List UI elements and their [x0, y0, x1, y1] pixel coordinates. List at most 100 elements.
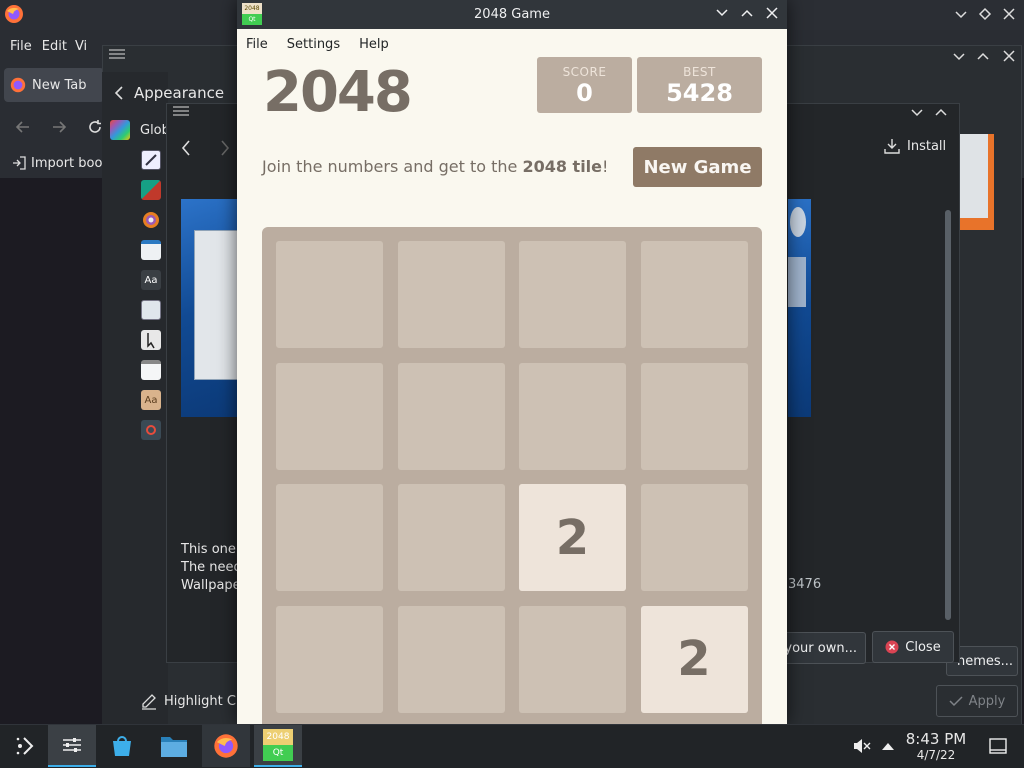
game-menubar: File Settings Help [237, 29, 787, 59]
font-management-icon[interactable]: Aa [141, 390, 161, 410]
theme-screenshot-left[interactable] [181, 199, 238, 417]
overlapping-window-preview [960, 134, 994, 230]
checkmark-icon [949, 695, 963, 707]
new-game-button[interactable]: New Game [633, 147, 762, 187]
taskbar-file-manager-icon[interactable] [154, 726, 194, 766]
board-cell [640, 484, 748, 591]
board-cell [276, 484, 383, 591]
install-button[interactable]: Install [884, 138, 946, 154]
color-scheme-icon[interactable] [141, 180, 161, 200]
cursors-icon[interactable] [141, 330, 161, 350]
firefox-menu-edit[interactable]: Edit [42, 39, 67, 54]
score-label: SCORE [562, 65, 607, 79]
taskbar-discover-icon[interactable] [102, 726, 142, 766]
firefox-tab-label: New Tab [32, 77, 87, 93]
dialog-hamburger-icon[interactable] [172, 104, 190, 118]
taskbar-firefox[interactable] [202, 725, 250, 767]
application-launcher-icon[interactable] [4, 726, 44, 766]
global-theme-icon [110, 120, 130, 140]
game-app-icon-bottom: Qt [242, 14, 262, 25]
settings-window-controls[interactable] [950, 48, 1020, 64]
color-wheel-icon[interactable] [141, 210, 161, 230]
brush-icon[interactable] [141, 150, 161, 170]
chevron-left-icon [114, 85, 124, 101]
download-icon [884, 138, 900, 154]
contribute-label: your own... [784, 640, 857, 656]
intro-suffix: ! [602, 157, 609, 176]
game-app-icon: 2048 Qt [242, 3, 262, 25]
clock-time: 8:43 PM [905, 730, 967, 748]
back-arrow-icon[interactable] [14, 118, 32, 136]
firefox-tab-icon [10, 77, 26, 93]
splash-screen-icon[interactable] [141, 360, 161, 380]
tile-2: 2 [640, 605, 748, 713]
get-new-themes-label: hemes... [957, 653, 1014, 669]
show-desktop-icon[interactable] [978, 726, 1018, 766]
apply-button[interactable]: Apply [936, 685, 1018, 717]
score-value: 0 [576, 79, 593, 107]
game-board[interactable]: 22 [262, 227, 762, 724]
dialog-back-chevron-icon[interactable] [180, 139, 192, 157]
taskbar-2048-icon: 2048 Qt [263, 729, 293, 761]
close-dialog-button[interactable]: Close [872, 631, 954, 663]
icons-theme-icon[interactable] [141, 300, 161, 320]
settings-back-label: Appearance [134, 84, 225, 102]
apply-label: Apply [968, 693, 1006, 709]
score-box: SCORE 0 [537, 57, 632, 113]
tile-2: 2 [519, 484, 626, 591]
taskbar-2048-top: 2048 [263, 729, 293, 745]
contribute-your-own-button[interactable]: your own... [782, 632, 866, 664]
game-menu-help[interactable]: Help [359, 37, 389, 52]
game-minimize-icon[interactable] [715, 6, 729, 20]
board-cell [640, 362, 748, 470]
board-cell [397, 605, 505, 713]
game-titlebar: 2048 Qt 2048 Game [237, 0, 787, 29]
intro-bold: 2048 tile [522, 157, 603, 176]
highlight-changed-label: Highlight Ch [164, 693, 245, 709]
board-cell [397, 241, 505, 348]
board-cell [397, 362, 505, 470]
dialog-forward-chevron-icon[interactable] [219, 139, 231, 157]
best-label: BEST [683, 65, 716, 79]
window-decoration-icon[interactable] [141, 240, 161, 260]
clock-date: 4/7/22 [916, 748, 956, 762]
game-close-icon[interactable] [765, 6, 779, 20]
taskbar-2048-game[interactable]: 2048 Qt [254, 725, 302, 767]
best-value: 5428 [666, 79, 733, 107]
game-maximize-icon[interactable] [740, 6, 754, 20]
firefox-icon [4, 4, 24, 24]
firefox-menu-file[interactable]: File [10, 39, 32, 54]
dialog-window-controls[interactable] [910, 106, 950, 120]
firefox-window-controls[interactable] [952, 6, 1018, 22]
board-cell [276, 241, 383, 348]
intro-prefix: Join the numbers and get to the [262, 157, 523, 176]
board-cell [519, 241, 626, 348]
theme-screenshot-right[interactable] [788, 199, 811, 417]
import-bookmarks-link[interactable]: Import boo [31, 156, 102, 171]
close-circle-icon [885, 640, 899, 654]
taskbar-system-settings[interactable] [48, 725, 96, 767]
board-cell [519, 362, 626, 470]
sidebar-item-global-theme[interactable]: Glob [110, 120, 170, 140]
game-menu-file[interactable]: File [246, 37, 268, 52]
highlight-changed-settings-button[interactable]: Highlight Ch [140, 692, 244, 710]
boot-splash-icon[interactable] [141, 420, 161, 440]
digital-clock[interactable]: 8:43 PM 4/7/22 [896, 730, 976, 762]
firefox-menu-view[interactable]: Vi [75, 39, 87, 54]
forward-arrow-icon[interactable] [50, 118, 68, 136]
taskbar-2048-bottom: Qt [263, 745, 293, 761]
best-box: BEST 5428 [637, 57, 762, 113]
game-title: 2048 [263, 60, 413, 125]
pencil-icon [140, 692, 158, 710]
download-count: 3476 [788, 577, 822, 592]
import-icon [12, 156, 26, 170]
game-app-icon-top: 2048 [242, 3, 262, 14]
board-cell [276, 605, 383, 713]
dialog-scrollbar[interactable] [945, 210, 951, 620]
board-cell [640, 241, 748, 348]
fonts-icon[interactable]: Aa [141, 270, 161, 290]
game-menu-settings[interactable]: Settings [287, 37, 340, 52]
firefox-tab-new-tab[interactable]: New Tab [4, 68, 104, 102]
board-cell [397, 484, 505, 591]
settings-hamburger-icon[interactable] [108, 47, 126, 61]
